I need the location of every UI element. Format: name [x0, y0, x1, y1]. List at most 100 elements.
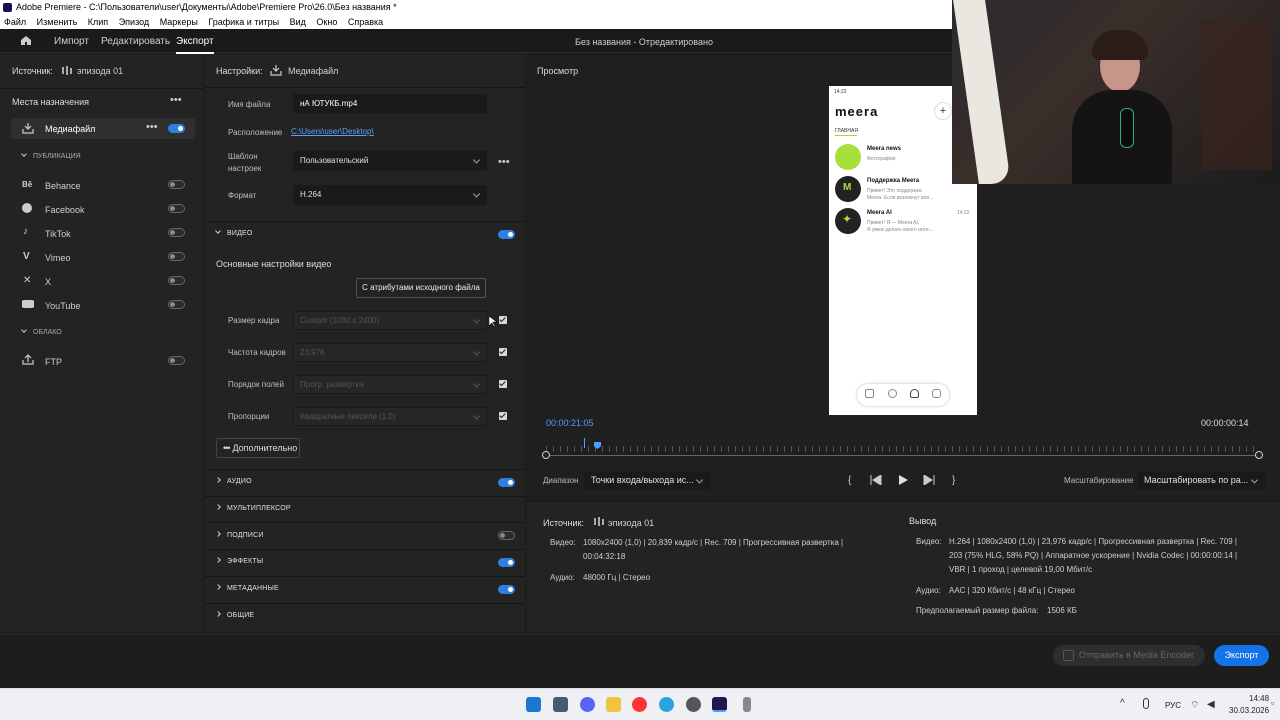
dest-youtube[interactable]: YouTube: [45, 301, 80, 311]
chevron-down-icon: [472, 190, 481, 198]
source-name: эпизода 01: [77, 66, 124, 76]
behance-toggle[interactable]: [168, 180, 185, 189]
x-icon: ✕: [23, 275, 32, 286]
frame-rate-label: Частота кадров: [228, 348, 286, 357]
destinations-more-icon[interactable]: •••: [170, 94, 182, 106]
range-select[interactable]: Точки входа/выхода ис...: [584, 471, 710, 490]
youtube-toggle[interactable]: [168, 300, 185, 309]
dest-vimeo[interactable]: Vimeo: [45, 253, 70, 263]
frame-rate-select[interactable]: 23,976: [293, 343, 487, 362]
vimeo-toggle[interactable]: [168, 252, 185, 261]
step-back-icon[interactable]: [870, 475, 882, 485]
chevron-down-icon[interactable]: [21, 151, 27, 157]
microphone-app-icon[interactable]: [743, 697, 751, 712]
preset-more-icon[interactable]: •••: [498, 156, 510, 168]
match-source-button[interactable]: С атрибутами исходного файла: [356, 278, 486, 298]
video-toggle[interactable]: [498, 230, 515, 239]
advanced-button[interactable]: ••• Дополнительно: [216, 438, 300, 458]
step-forward-icon[interactable]: [923, 475, 935, 485]
captions-section-header[interactable]: ПОДПИСИ: [215, 531, 264, 539]
menu-help[interactable]: Справка: [348, 17, 383, 27]
mediafile-more-icon[interactable]: •••: [146, 121, 158, 133]
menu-window[interactable]: Окно: [316, 17, 337, 27]
filename-input[interactable]: нА ЮТУКБ.mp4: [293, 94, 487, 113]
video-section-header[interactable]: ВИДЕО: [215, 228, 253, 237]
tiktok-icon: ♪: [23, 226, 28, 237]
source-label: Источник:: [12, 66, 53, 76]
x-toggle[interactable]: [168, 276, 185, 285]
frame-size-select[interactable]: Custom (1080 x 2400): [293, 311, 487, 330]
preset-select[interactable]: Пользовательский: [293, 151, 487, 171]
play-icon[interactable]: [898, 475, 908, 485]
frame-size-checkbox[interactable]: [499, 316, 507, 324]
telegram-icon[interactable]: [659, 697, 674, 712]
audio-toggle[interactable]: [498, 478, 515, 487]
timecode-in[interactable]: 00:00:21:05: [546, 418, 594, 428]
tiktok-toggle[interactable]: [168, 228, 185, 237]
metadata-toggle[interactable]: [498, 585, 515, 594]
audio-section-header[interactable]: АУДИО: [215, 477, 252, 485]
clock-date[interactable]: 30.03.2026: [1229, 706, 1269, 715]
frame-rate-checkbox[interactable]: [499, 348, 507, 356]
windows-start-icon[interactable]: [526, 697, 541, 712]
export-button[interactable]: Экспорт: [1214, 645, 1269, 666]
dest-behance[interactable]: Behance: [45, 181, 81, 191]
menu-view[interactable]: Вид: [290, 17, 306, 27]
captions-toggle[interactable]: [498, 531, 515, 540]
clock-time[interactable]: 14:48: [1249, 694, 1269, 703]
chevron-down-icon[interactable]: [21, 327, 27, 333]
menu-sequence[interactable]: Эпизод: [119, 17, 149, 27]
mark-out-icon[interactable]: }: [952, 475, 955, 486]
wifi-icon[interactable]: ⌔: [1190, 699, 1199, 712]
metadata-section-header[interactable]: МЕТАДАННЫЕ: [215, 584, 279, 592]
calculator-icon[interactable]: [553, 697, 568, 712]
out-point-handle[interactable]: [1255, 451, 1263, 459]
preset-label-1: Шаблон: [228, 152, 258, 161]
home-icon[interactable]: [20, 35, 32, 46]
phone-status-time: 14:22: [834, 89, 847, 95]
menu-file[interactable]: Файл: [4, 17, 26, 27]
dest-x[interactable]: X: [45, 277, 51, 287]
mark-in-icon[interactable]: {: [848, 475, 851, 486]
discord-icon[interactable]: [580, 697, 595, 712]
aspect-checkbox[interactable]: [499, 412, 507, 420]
field-order-select[interactable]: Прогр. развертка: [293, 375, 487, 394]
location-link[interactable]: C:\Users\user\Desktop\: [291, 127, 374, 136]
media-encoder-button[interactable]: Отправить в Media Encoder: [1053, 645, 1205, 666]
language-indicator[interactable]: РУС: [1165, 701, 1181, 710]
multiplexer-section-header[interactable]: МУЛЬТИПЛЕКСОР: [215, 504, 291, 512]
format-select[interactable]: H.264: [293, 185, 487, 205]
src-audio: 48000 Гц | Стерео: [583, 573, 651, 582]
effects-section-header[interactable]: ЭФФЕКТЫ: [215, 557, 263, 565]
menu-graphics[interactable]: Графика и титры: [208, 17, 279, 27]
premiere-taskbar-icon[interactable]: [712, 697, 727, 712]
field-order-checkbox[interactable]: [499, 380, 507, 388]
scale-select[interactable]: Масштабировать по ра...: [1137, 471, 1265, 490]
volume-icon[interactable]: ◀: [1207, 699, 1215, 710]
menu-clip[interactable]: Клип: [88, 17, 108, 27]
dest-tiktok[interactable]: TikTok: [45, 229, 71, 239]
plus-icon: +: [934, 102, 952, 120]
notification-icon[interactable]: ▫: [1271, 698, 1274, 708]
tab-import[interactable]: Импорт: [54, 36, 89, 47]
microphone: [1120, 108, 1134, 148]
menu-edit[interactable]: Изменить: [37, 17, 78, 27]
obs-icon[interactable]: [686, 697, 701, 712]
tab-export[interactable]: Экспорт: [176, 36, 214, 54]
chevron-up-icon[interactable]: ^: [1120, 698, 1125, 709]
aspect-select[interactable]: Квадратные пиксели (1,0): [293, 407, 487, 426]
effects-toggle[interactable]: [498, 558, 515, 567]
mediafile-toggle[interactable]: [168, 124, 185, 133]
timeline-track[interactable]: [546, 455, 1259, 456]
tab-edit[interactable]: Редактировать: [101, 36, 170, 47]
dest-facebook[interactable]: Facebook: [45, 205, 85, 215]
facebook-toggle[interactable]: [168, 204, 185, 213]
menu-markers[interactable]: Маркеры: [160, 17, 198, 27]
file-explorer-icon[interactable]: [606, 697, 621, 712]
in-point-handle[interactable]: [542, 451, 550, 459]
yandex-browser-icon[interactable]: [632, 697, 647, 712]
general-section-header[interactable]: ОБЩИЕ: [215, 611, 254, 619]
ftp-toggle[interactable]: [168, 356, 185, 365]
dest-ftp[interactable]: FTP: [45, 357, 62, 367]
mic-tray-icon[interactable]: [1143, 698, 1149, 709]
